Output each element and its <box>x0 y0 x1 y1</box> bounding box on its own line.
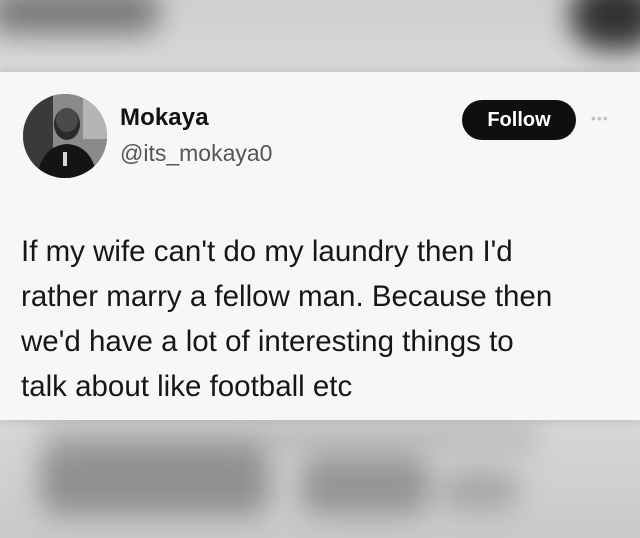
profile-photo-icon <box>23 94 107 178</box>
blurred-shape <box>440 470 520 510</box>
more-dots-icon[interactable]: ••• <box>591 111 617 125</box>
tweet-text-line: If my wife can't do my laundry then I'd <box>21 235 513 268</box>
blurred-shape <box>40 445 270 515</box>
tweet-text-line: we'd have a lot of interesting things to <box>21 325 514 358</box>
tweet-text: If my wife can't do my laundry then I'd … <box>21 229 621 409</box>
tweet-text-line: rather marry a fellow man. Because then <box>21 280 553 313</box>
tweet-text-line: talk about like football etc <box>21 370 353 403</box>
follow-button[interactable]: Follow <box>462 100 576 140</box>
blurred-shape <box>0 0 160 34</box>
tweet-card: Mokaya @its_mokaya0 Follow ••• If my wif… <box>0 72 640 420</box>
avatar[interactable] <box>23 94 107 178</box>
display-name[interactable]: Mokaya <box>120 104 209 132</box>
blurred-shape <box>570 0 640 50</box>
blurred-shape <box>300 455 430 515</box>
user-handle[interactable]: @its_mokaya0 <box>120 140 272 167</box>
